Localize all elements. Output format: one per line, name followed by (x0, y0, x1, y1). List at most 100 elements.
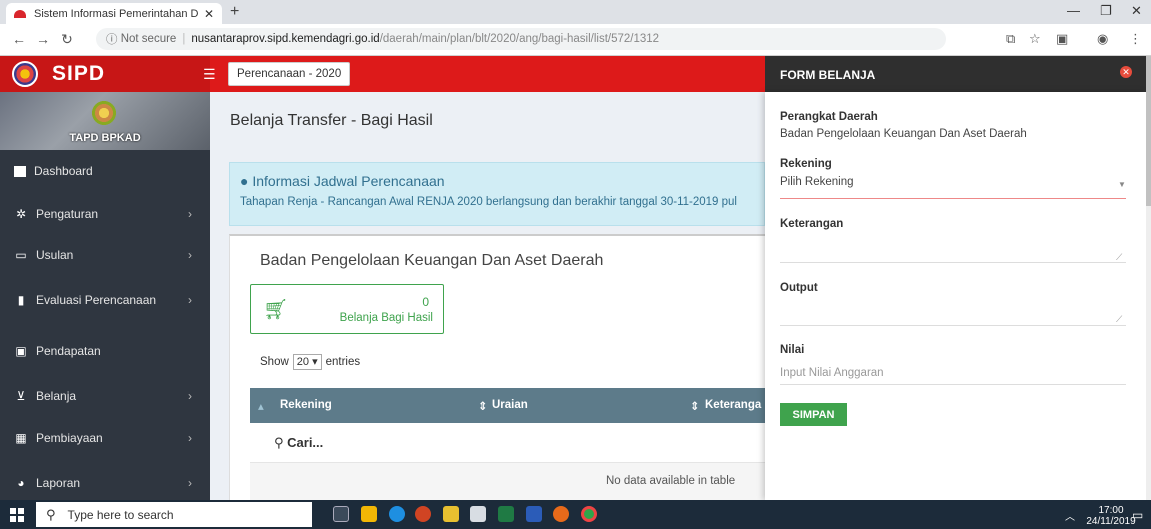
mail-icon[interactable] (470, 506, 486, 522)
column-header-rekening[interactable]: Rekening (280, 399, 332, 411)
table-empty-row: No data available in table (250, 463, 765, 500)
notification-icon[interactable]: ▭ (1132, 508, 1143, 522)
sidebar-item-dashboard[interactable]: Dashboard (0, 150, 210, 192)
entries-select[interactable]: 20 ▾ (292, 354, 322, 370)
entries-control: Show 20 ▾ entries (260, 354, 360, 370)
entries-label: entries (325, 356, 361, 368)
table-header: ▴ Rekening ⇕ Uraian ⇕ Keteranga (250, 388, 765, 423)
powerpoint-icon[interactable] (415, 506, 431, 522)
perangkat-label: Perangkat Daerah (780, 111, 878, 123)
extension-icon[interactable]: ▣ (1056, 31, 1068, 47)
garuda-emblem-icon (89, 100, 119, 126)
tray-chevron-up-icon[interactable]: ︿ (1065, 508, 1075, 523)
firefox-icon[interactable] (553, 506, 569, 522)
sidebar-item-pengaturan[interactable]: ✲ Pengaturan › (0, 192, 210, 236)
nilai-label: Nilai (780, 344, 805, 356)
taskbar-search-input[interactable]: ⚲ Type here to search (36, 502, 312, 527)
account-icon[interactable]: ◉ (1097, 31, 1108, 47)
favicon-icon (14, 9, 26, 18)
output-underline (780, 325, 1126, 326)
sidebar-item-label: Pembiayaan (36, 431, 103, 445)
menu-dots-icon[interactable]: ⋮ (1129, 31, 1142, 47)
task-view-icon[interactable] (333, 506, 349, 522)
perangkat-value: Badan Pengelolaan Keuangan Dan Aset Daer… (780, 128, 1027, 140)
rekening-underline (780, 198, 1126, 199)
sidebar-item-belanja[interactable]: ⊻ Belanja › (0, 376, 210, 416)
url-input[interactable]: ⓘ Not secure | nusantaraprov.sipd.kemend… (96, 28, 946, 50)
card-icon: ▣ (15, 344, 27, 358)
no-data-text: No data available in table (606, 475, 736, 487)
info-icon: ⓘ (106, 34, 121, 46)
excel-icon[interactable] (498, 506, 514, 522)
save-button[interactable]: SIMPAN (780, 403, 847, 426)
chevron-right-icon: › (188, 207, 192, 221)
profile-name: TAPD BPKAD (69, 132, 141, 144)
calculator-icon: ▦ (15, 431, 27, 445)
cart-icon: 🛒︎ (263, 299, 289, 321)
logo[interactable]: SIPD (0, 56, 210, 92)
close-tab-icon[interactable]: ✕ (204, 7, 214, 21)
windows-start-icon[interactable] (10, 508, 24, 522)
forward-icon[interactable]: → (32, 31, 54, 47)
keterangan-label: Keterangan (780, 218, 844, 230)
logo-text: SIPD (52, 62, 106, 85)
stat-box[interactable]: 🛒︎ 0 Belanja Bagi Hasil (250, 284, 444, 334)
sidebar-item-label: Laporan (36, 476, 81, 490)
keterangan-textarea[interactable] (780, 236, 1126, 262)
back-icon[interactable]: ← (8, 31, 30, 47)
reload-icon[interactable]: ↻ (56, 31, 78, 48)
bookmark-star-icon[interactable]: ☆ (1029, 31, 1041, 47)
year-selector-button[interactable]: Perencanaan - 2020 (228, 62, 351, 86)
close-window-icon[interactable]: ✕ (1131, 3, 1142, 19)
form-title: FORM BELANJA (780, 68, 876, 82)
output-textarea[interactable] (780, 300, 1126, 326)
sidebar-item-label: Usulan (36, 248, 74, 262)
sidebar-item-label: Belanja (36, 389, 77, 403)
hamburger-menu-icon[interactable]: ☰ (203, 66, 216, 83)
rekening-select[interactable]: Pilih Rekening (780, 176, 854, 188)
gear-icon: ✲ (15, 207, 27, 221)
sort-icon: ⇕ (690, 401, 700, 413)
close-icon[interactable]: ✕ (1120, 66, 1132, 78)
comment-icon: ▭ (15, 248, 27, 262)
sidebar-item-label: Evaluasi Perencanaan (36, 293, 157, 307)
dropdown-caret-icon: ▼ (1118, 180, 1126, 189)
translate-icon[interactable]: ⧉ (1006, 31, 1015, 47)
url-host: nusantaraprov.sipd.kemendagri.go.id (191, 33, 380, 45)
new-tab-icon[interactable]: + (230, 3, 239, 21)
sidebar-item-evaluasi[interactable]: ▮ Evaluasi Perencanaan › (0, 274, 210, 326)
restore-icon[interactable]: ❐ (1100, 3, 1112, 19)
column-header-keterangan[interactable]: Keteranga (705, 399, 761, 411)
sidebar-item-label: Pengaturan (36, 207, 99, 221)
table-search-row[interactable]: ⚲ Cari... (250, 423, 765, 463)
nilai-input[interactable]: Input Nilai Anggaran (780, 367, 884, 379)
stat-count: 0 (422, 295, 429, 309)
clock[interactable]: 17:00 24/11/2019 (1083, 505, 1139, 527)
chevron-right-icon: › (188, 389, 192, 403)
table-search-input[interactable]: Cari... (287, 435, 323, 450)
chevron-right-icon: › (188, 431, 192, 445)
windows-taskbar: ⚲ Type here to search ︿ 17:00 24/11/2019… (0, 500, 1151, 529)
minimize-icon[interactable]: — (1067, 3, 1080, 18)
resize-grip-icon[interactable]: ⟋ (1116, 314, 1122, 325)
url-path: /daerah/main/plan/blt/2020/ang/bagi-hasi… (379, 33, 660, 45)
column-header-uraian[interactable]: Uraian (492, 399, 528, 411)
store-icon[interactable] (443, 506, 459, 522)
address-bar-row: ← → ↻ ⓘ Not secure | nusantaraprov.sipd.… (0, 24, 1151, 56)
chrome-icon[interactable] (581, 506, 597, 522)
word-icon[interactable] (526, 506, 542, 522)
sidebar-item-pembiayaan[interactable]: ▦ Pembiayaan › (0, 416, 210, 460)
sidebar-item-usulan[interactable]: ▭ Usulan › (0, 236, 210, 274)
keterangan-underline (780, 262, 1126, 263)
form-header: FORM BELANJA ✕ (765, 56, 1146, 92)
rekening-label: Rekening (780, 158, 832, 170)
output-label: Output (780, 282, 818, 294)
file-explorer-icon[interactable] (361, 506, 377, 522)
edge-icon[interactable] (389, 506, 405, 522)
browser-tab[interactable]: Sistem Informasi Pemerintahan D ✕ (6, 3, 222, 24)
page-scrollbar[interactable] (1146, 56, 1151, 500)
sidebar-item-pendapatan[interactable]: ▣ Pendapatan (0, 326, 210, 376)
sort-asc-icon: ▴ (258, 401, 264, 413)
logo-emblem-icon (12, 61, 38, 87)
clock-time: 17:00 (1098, 505, 1124, 516)
